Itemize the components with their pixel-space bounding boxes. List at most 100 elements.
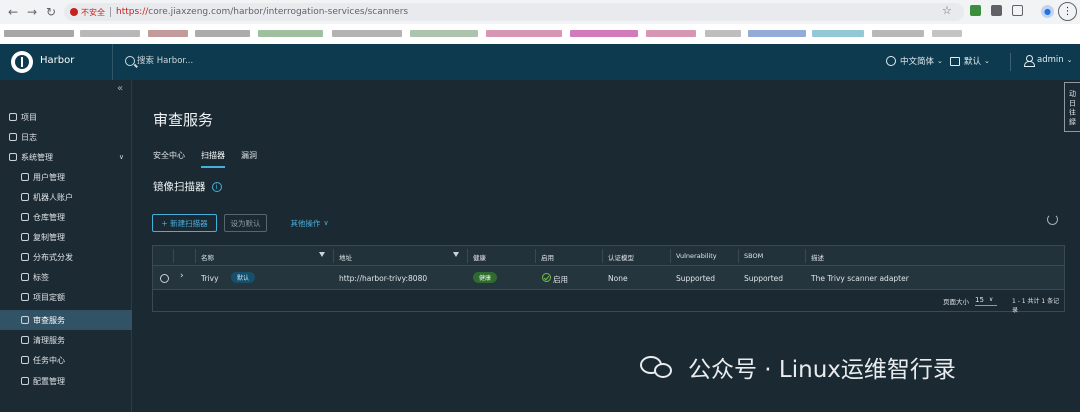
pagination-summary: 1 - 1 共计 1 条记录 (1012, 298, 1060, 314)
sidebar-item-project-quotas[interactable]: 项目定额 (0, 287, 132, 307)
extension-icon[interactable] (970, 5, 981, 16)
bookmark-item[interactable] (332, 30, 402, 37)
bookmark-item[interactable] (410, 30, 478, 37)
column-header-sbom[interactable]: SBOM (744, 252, 763, 260)
chevron-down-icon: ∨ (988, 296, 994, 303)
tab-security-hub[interactable]: 安全中心 (153, 150, 185, 168)
column-header-vulnerability[interactable]: Vulnerability (676, 252, 717, 260)
robot-icon (21, 193, 29, 201)
vulnerability-support: Supported (676, 274, 716, 283)
default-badge: 默认 (231, 272, 256, 283)
bookmark-item[interactable] (258, 30, 323, 37)
filter-icon[interactable] (319, 252, 325, 257)
info-icon[interactable]: i (211, 181, 222, 192)
profile-avatar-icon[interactable]: ● (1041, 5, 1054, 18)
bookmark-item[interactable] (486, 30, 562, 37)
calendar-icon (950, 56, 960, 66)
sidebar-item-configuration[interactable]: 配置管理 (0, 371, 132, 391)
column-header-auth[interactable]: 认证模型 (608, 252, 634, 262)
table-row[interactable]: › Trivy 默认 http://harbor-trivy:8080 健康 启… (153, 266, 1064, 290)
sidebar-item-projects[interactable]: 项目 (0, 107, 132, 127)
column-header-name[interactable]: 名称 (201, 252, 214, 262)
health-badge: 健康 (473, 272, 498, 283)
side-floating-tab[interactable]: 动 日 往 録 (1064, 82, 1080, 132)
quota-icon (21, 293, 29, 301)
filter-icon[interactable] (453, 252, 459, 257)
back-icon[interactable]: ← (3, 2, 23, 22)
table-footer: 页面大小 15 ∨ 1 - 1 共计 1 条记录 (153, 290, 1064, 315)
bookmark-item[interactable] (4, 30, 74, 37)
sidebar-item-job-service[interactable]: 任务中心 (0, 350, 132, 370)
bookmark-star-icon[interactable]: ☆ (942, 4, 952, 17)
column-header-description[interactable]: 描述 (811, 252, 824, 262)
sidebar-item-distributions[interactable]: 分布式分发 (0, 247, 132, 267)
check-circle-icon (542, 273, 551, 282)
user-icon (1024, 55, 1035, 67)
tab-vulnerability[interactable]: 漏洞 (241, 150, 257, 168)
row-select-radio[interactable] (160, 274, 169, 283)
bookmark-item[interactable] (148, 30, 188, 37)
enabled-status: 启用 (553, 275, 568, 284)
bookmark-item[interactable] (812, 30, 864, 37)
admin-icon (9, 153, 17, 161)
sidebar-item-users[interactable]: 用户管理 (0, 167, 132, 187)
bookmark-item[interactable] (872, 30, 924, 37)
chevron-down-icon: ∨ (118, 153, 124, 161)
sidebar-item-administration[interactable]: 系统管理 ∨ (0, 147, 132, 167)
sidebar-item-labels[interactable]: 标签 (0, 267, 132, 287)
chevron-down-icon: ⌄ (1066, 56, 1073, 64)
bookmark-item[interactable] (705, 30, 741, 37)
column-header-enabled[interactable]: 启用 (541, 252, 554, 262)
datetime-format-selector[interactable]: 默认 ⌄ (950, 55, 990, 67)
address-bar[interactable]: 不安全 https://core.jiaxzeng.com/harbor/int… (64, 3, 964, 21)
more-actions-button[interactable]: 其他操作 ∨ (282, 214, 337, 232)
extension-icon[interactable] (991, 5, 1002, 16)
bookmark-item[interactable] (570, 30, 638, 37)
new-scanner-button[interactable]: + 新建扫描器 (152, 214, 217, 232)
globe-icon (886, 56, 896, 66)
search-icon (125, 56, 135, 66)
registry-icon (21, 213, 29, 221)
sidebar-item-replications[interactable]: 复制管理 (0, 227, 132, 247)
bookmark-item[interactable] (646, 30, 696, 37)
search-input[interactable] (137, 53, 337, 69)
sidebar-item-robot-accounts[interactable]: 机器人账户 (0, 187, 132, 207)
trash-icon (21, 336, 29, 344)
set-default-button[interactable]: 设为默认 (224, 214, 267, 232)
chevron-down-icon: ⌄ (984, 57, 990, 65)
user-menu[interactable]: admin ⌄ (1024, 55, 1073, 67)
tag-icon (21, 273, 29, 281)
chevron-down-icon: ⌄ (937, 57, 943, 65)
scanner-url: http://harbor-trivy:8080 (339, 274, 428, 283)
scanner-description: The Trivy scanner adapter (811, 274, 909, 283)
column-header-health[interactable]: 健康 (473, 252, 486, 262)
chevron-right-icon[interactable]: › (180, 271, 184, 281)
forward-icon[interactable]: → (22, 2, 42, 22)
bookmark-item[interactable] (932, 30, 962, 37)
language-selector[interactable]: 中文简体 ⌄ (886, 55, 943, 67)
bookmark-item[interactable] (748, 30, 806, 37)
refresh-icon[interactable] (1047, 214, 1058, 225)
extensions-puzzle-icon[interactable] (1012, 5, 1023, 16)
distribution-icon (21, 253, 29, 261)
sbom-support: Supported (744, 274, 784, 283)
harbor-logo-icon[interactable] (11, 51, 33, 73)
reload-icon[interactable]: ↻ (41, 2, 61, 22)
browser-menu-icon[interactable]: ⋮ (1058, 2, 1077, 21)
collapse-sidebar-icon[interactable]: « (117, 83, 123, 94)
page-title: 审查服务 (153, 111, 214, 129)
sidebar-item-registries[interactable]: 仓库管理 (0, 207, 132, 227)
sidebar-item-logs[interactable]: 日志 (0, 127, 132, 147)
sidebar-item-clean-up[interactable]: 清理服务 (0, 330, 132, 350)
page-size-select[interactable]: 15 ∨ (975, 294, 997, 306)
url-path: core.jiaxzeng.com/harbor/interrogation-s… (148, 7, 409, 17)
tab-scanners[interactable]: 扫描器 (201, 150, 225, 168)
job-icon (21, 356, 29, 364)
column-header-address[interactable]: 地址 (339, 252, 352, 262)
bookmark-item[interactable] (80, 30, 140, 37)
sidebar-item-interrogation-services[interactable]: 审查服务 (0, 310, 132, 330)
insecure-badge[interactable]: 不安全 (70, 7, 105, 18)
brand-name[interactable]: Harbor (40, 55, 74, 66)
bookmark-item[interactable] (195, 30, 250, 37)
scanners-table: 名称 地址 健康 启用 认证模型 Vulnerability SBOM 描述 ›… (152, 245, 1065, 315)
